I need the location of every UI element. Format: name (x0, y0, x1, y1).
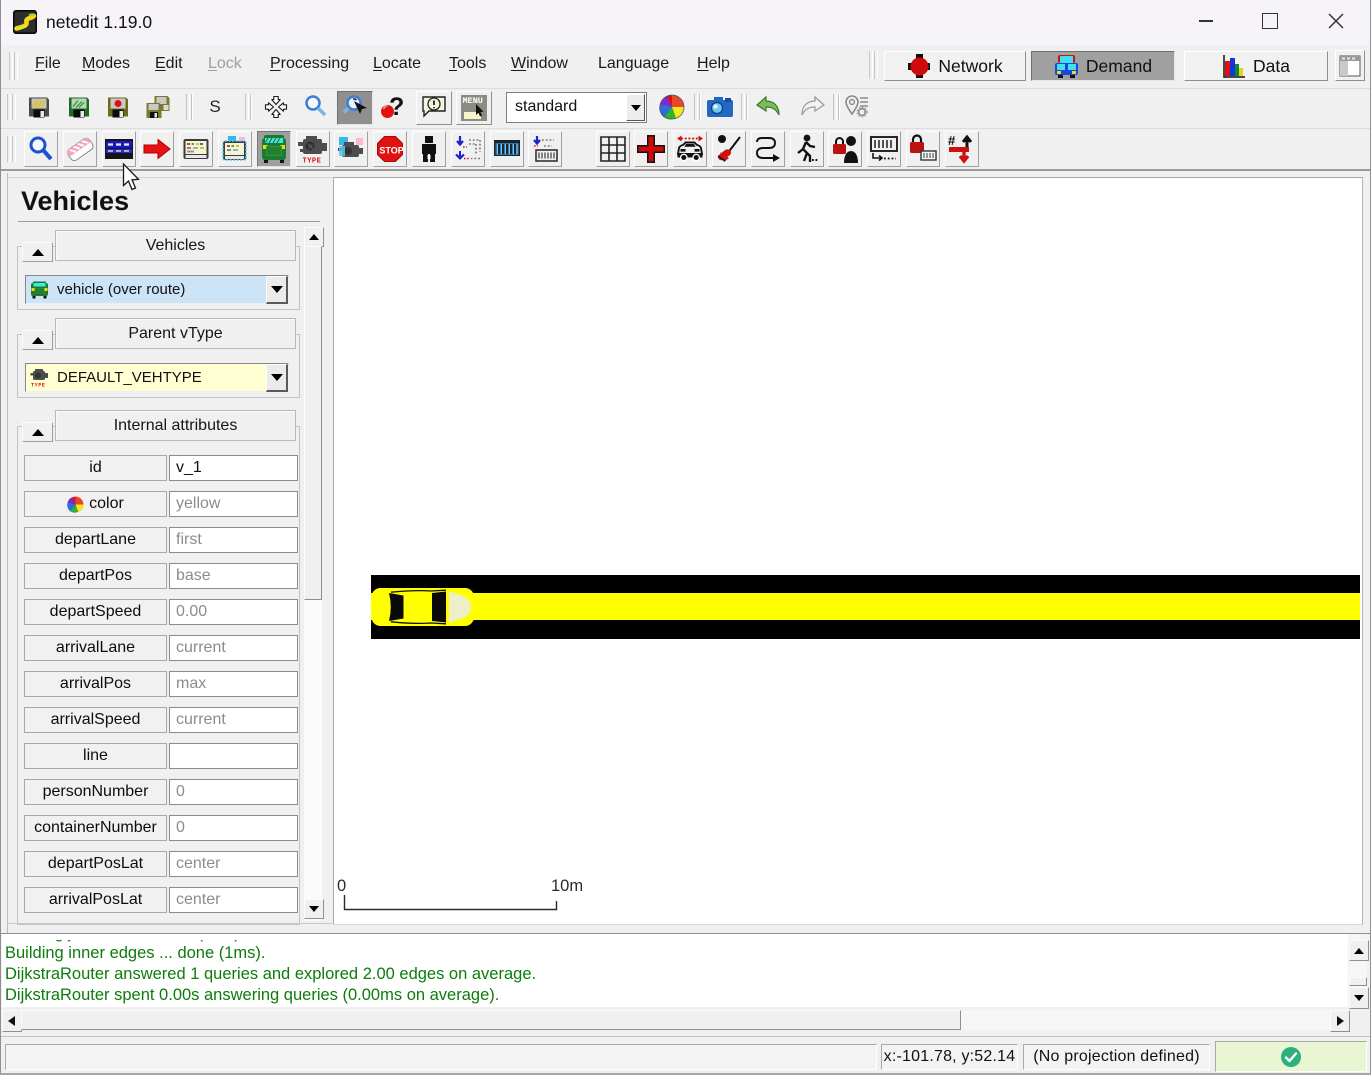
svg-text:STOP: STOP (380, 146, 404, 156)
svg-text:#: # (948, 134, 956, 148)
svg-text:MENU: MENU (463, 96, 483, 106)
svg-text:TYPE: TYPE (302, 158, 321, 164)
svg-text:TYPE: TYPE (31, 383, 45, 388)
